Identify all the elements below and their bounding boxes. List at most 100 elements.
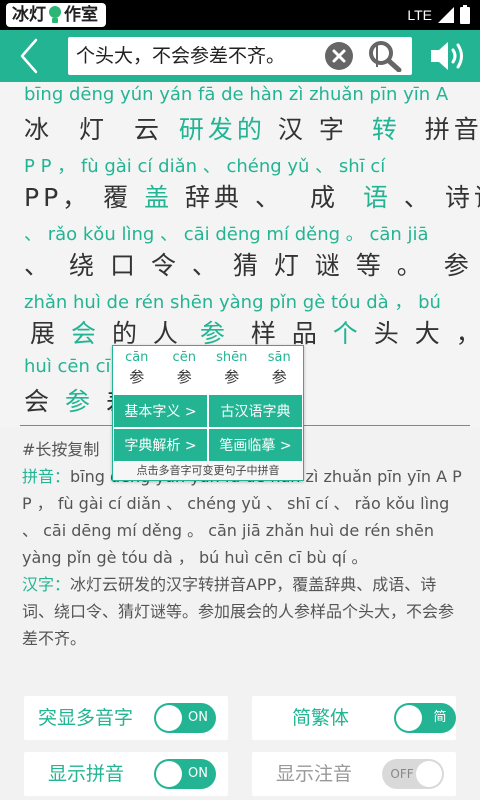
pronunciation-option[interactable]: cēn 参 bbox=[161, 346, 209, 394]
hanzi-char[interactable]: 参 bbox=[65, 387, 94, 416]
hanzi-char[interactable]: 品 bbox=[292, 319, 321, 348]
hanzi-char[interactable]: 成 bbox=[310, 183, 339, 212]
hanzi-char[interactable]: 研发的 bbox=[179, 115, 266, 144]
app-logo: 冰灯 作室 bbox=[6, 3, 106, 27]
text-line: bīng dēng yún yán fā de hàn zì zhuǎn pīn… bbox=[24, 84, 480, 156]
hanzi-result[interactable]: 汉字：冰灯云研发的汉字转拼音APP，覆盖辞典、成语、诗词、绕口令、猜灯谜等。参加… bbox=[22, 571, 462, 652]
search-icon bbox=[369, 41, 402, 73]
top-bar: 个头大，不会参差不齐。 bbox=[0, 30, 480, 82]
switch-state: 简 bbox=[433, 710, 447, 725]
clear-button[interactable] bbox=[324, 41, 354, 71]
simplified-switch[interactable]: 简 bbox=[394, 703, 456, 733]
hanzi-char[interactable]: 汉 bbox=[278, 115, 307, 144]
hanzi-char[interactable]: 人 bbox=[153, 319, 182, 348]
toggle-label: 显示拼音 bbox=[48, 763, 125, 785]
classical-dictionary-button[interactable]: 古汉语字典 bbox=[208, 394, 303, 428]
hanzi-label: 汉字 bbox=[22, 575, 55, 594]
status-icons: LTE bbox=[407, 0, 470, 30]
hanzi-char[interactable]: 冰 bbox=[24, 115, 53, 144]
hanzi-char[interactable]: 灯 bbox=[274, 251, 303, 280]
hanzi-char[interactable]: 。 bbox=[397, 251, 426, 280]
hanzi-char[interactable]: PP， bbox=[24, 183, 91, 212]
pinyin-row: P P ， fù gài cí diǎn 、 chéng yǔ 、 shī cí bbox=[24, 156, 386, 177]
popup-hint: 点击多音字可变更句子中拼音 bbox=[113, 462, 303, 480]
hanzi-char[interactable]: 覆 bbox=[103, 183, 132, 212]
pronunciation-option[interactable]: sān 参 bbox=[256, 346, 304, 394]
show-pinyin-switch[interactable]: ON bbox=[154, 759, 216, 789]
option-hanzi: 参 bbox=[271, 368, 287, 386]
option-pinyin: cēn bbox=[172, 350, 196, 365]
pinyin-label: 拼音 bbox=[22, 467, 55, 486]
hanzi-char[interactable]: 个 bbox=[333, 319, 362, 348]
pinyin-row: bīng dēng yún yán fā de hàn zì zhuǎn pīn… bbox=[24, 84, 449, 105]
status-bar: 冰灯 作室 LTE bbox=[0, 0, 480, 30]
toggle-show-zhuyin[interactable]: 显示注音 OFF bbox=[252, 752, 456, 796]
hanzi-char[interactable]: 参 bbox=[444, 251, 473, 280]
hanzi-char[interactable]: 参 bbox=[200, 319, 229, 348]
hanzi-char[interactable]: 转 bbox=[372, 115, 401, 144]
hanzi-char[interactable]: 盖 bbox=[144, 183, 173, 212]
pinyin-row: zhǎn huì de rén shēn yàng pǐn gè tóu dà … bbox=[24, 292, 441, 313]
hanzi-char[interactable]: 展 bbox=[30, 319, 59, 348]
pronunciation-option[interactable]: shēn 参 bbox=[208, 346, 256, 394]
show-zhuyin-switch[interactable]: OFF bbox=[382, 759, 444, 789]
search-box[interactable]: 个头大，不会参差不齐。 bbox=[68, 37, 412, 75]
chevron-left-icon bbox=[20, 38, 38, 74]
clear-icon bbox=[325, 42, 353, 70]
hanzi-char[interactable]: 、 bbox=[404, 183, 433, 212]
hanzi-char[interactable]: 灯 bbox=[79, 115, 108, 144]
switch-state: OFF bbox=[390, 767, 414, 781]
speaker-button[interactable] bbox=[428, 39, 468, 73]
hanzi-result-text[interactable]: 冰灯云研发的汉字转拼音APP，覆盖辞典、成语、诗词、绕口令、猜灯谜等。参加展会的… bbox=[22, 575, 454, 648]
basic-meaning-button[interactable]: 基本字义 > bbox=[113, 394, 208, 428]
hanzi-char[interactable]: 字 bbox=[319, 115, 348, 144]
hanzi-char[interactable]: 拼音A bbox=[425, 115, 480, 144]
hanzi-char[interactable]: 等 bbox=[356, 251, 385, 280]
search-button[interactable] bbox=[368, 40, 402, 73]
hanzi-char[interactable]: ， bbox=[456, 319, 480, 348]
hanzi-char[interactable]: 诗词 bbox=[445, 183, 480, 212]
hanzi-char[interactable]: 大 bbox=[415, 319, 444, 348]
back-button[interactable] bbox=[10, 36, 50, 76]
toggle-label: 突显多音字 bbox=[38, 707, 134, 729]
hanzi-char[interactable]: 猜 bbox=[233, 251, 262, 280]
hanzi-char[interactable]: 会 bbox=[24, 387, 53, 416]
hanzi-char[interactable]: 辞典 bbox=[185, 183, 243, 212]
hanzi-char[interactable]: 、 bbox=[24, 251, 53, 280]
hanzi-char[interactable]: 的 bbox=[112, 319, 141, 348]
pinyin-result-text[interactable]: bīng dēng yún yán fā de hàn zì zhuǎn pīn… bbox=[22, 467, 462, 567]
hanzi-char[interactable]: 样 bbox=[251, 319, 280, 348]
hanzi-char[interactable]: 、 bbox=[192, 251, 221, 280]
hanzi-char[interactable]: 口 bbox=[110, 251, 139, 280]
dictionary-analysis-button[interactable]: 字典解析 > bbox=[113, 428, 208, 462]
hanzi-char[interactable]: 谜 bbox=[315, 251, 344, 280]
option-hanzi: 参 bbox=[176, 368, 192, 386]
hanzi-row: PP， 覆 盖 辞典 、 成 语 、 诗词 bbox=[24, 178, 480, 214]
hanzi-char[interactable]: 云 bbox=[134, 115, 163, 144]
option-pinyin: cān bbox=[125, 350, 149, 365]
toggle-polyphone[interactable]: 突显多音字 ON bbox=[24, 696, 228, 740]
hanzi-char[interactable]: 令 bbox=[151, 251, 180, 280]
stroke-copy-button[interactable]: 笔画临摹 > bbox=[208, 428, 303, 462]
hanzi-char[interactable]: 会 bbox=[71, 319, 100, 348]
toggle-label: 简繁体 bbox=[292, 707, 350, 729]
hanzi-char[interactable]: 、 bbox=[255, 183, 284, 212]
dictionary-buttons: 基本字义 > 古汉语字典 字典解析 > 笔画临摹 > bbox=[113, 394, 303, 462]
toggle-simplified-traditional[interactable]: 简繁体 简 bbox=[252, 696, 456, 740]
text-line: P P ， fù gài cí diǎn 、 chéng yǔ 、 shī cí… bbox=[24, 152, 480, 224]
hanzi-row: 冰 灯 云 研发的 汉 字 转 拼音A bbox=[24, 110, 480, 146]
polyphone-switch[interactable]: ON bbox=[154, 703, 216, 733]
logo-text-right: 作室 bbox=[64, 5, 98, 25]
pronunciation-option[interactable]: cān 参 bbox=[113, 346, 161, 394]
switch-state: ON bbox=[188, 766, 208, 781]
toggle-show-pinyin[interactable]: 显示拼音 ON bbox=[24, 752, 228, 796]
switch-knob bbox=[156, 761, 182, 787]
option-hanzi: 参 bbox=[129, 368, 145, 386]
hanzi-char[interactable]: 头 bbox=[374, 319, 403, 348]
hanzi-char[interactable]: 语 bbox=[363, 183, 392, 212]
hanzi-char[interactable]: 绕 bbox=[69, 251, 98, 280]
network-label: LTE bbox=[407, 7, 432, 23]
option-pinyin: sān bbox=[267, 350, 291, 365]
switch-knob bbox=[396, 705, 422, 731]
search-input[interactable]: 个头大，不会参差不齐。 bbox=[76, 37, 316, 75]
